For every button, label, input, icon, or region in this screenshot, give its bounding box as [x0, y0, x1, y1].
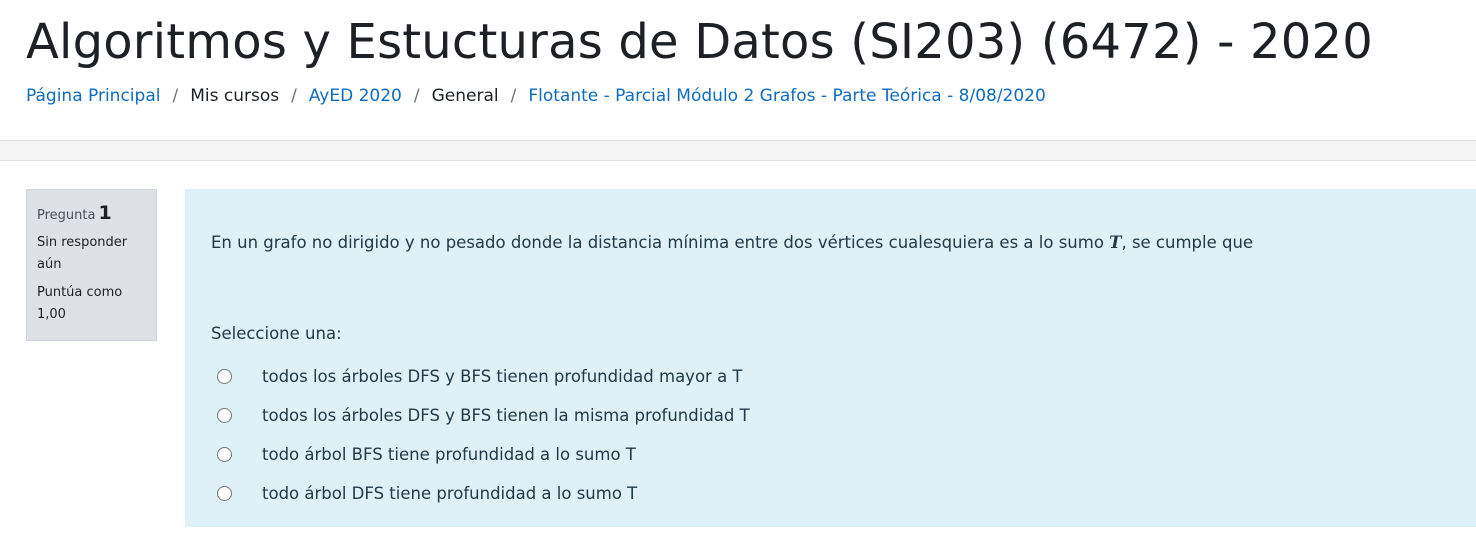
quiz-main: Pregunta 1 Sin responder aún Puntúa como … [0, 161, 1476, 545]
answer-option-label[interactable]: todos los árboles DFS y BFS tienen profu… [262, 367, 743, 386]
question-variable: T [1109, 233, 1122, 252]
breadcrumb-separator: / [172, 86, 179, 106]
answer-prompt: Seleccione una: [211, 324, 342, 343]
breadcrumb-separator: / [291, 86, 297, 106]
answer-option-label[interactable]: todos los árboles DFS y BFS tienen la mi… [262, 406, 750, 425]
question-number: Pregunta 1 [37, 202, 146, 224]
radio-button[interactable] [217, 408, 232, 423]
answer-option[interactable]: todo árbol DFS tiene profundidad a lo su… [217, 474, 750, 513]
answer-option[interactable]: todos los árboles DFS y BFS tienen la mi… [217, 396, 750, 435]
question-state: Sin responder aún [37, 235, 128, 272]
question-content: En un grafo no dirigido y no pesado dond… [185, 189, 1476, 527]
question-text-before: En un grafo no dirigido y no pesado dond… [211, 233, 1110, 252]
question-text-after: , se cumple que [1121, 233, 1254, 252]
question-number-value: 1 [98, 202, 112, 224]
answer-option[interactable]: todos los árboles DFS y BFS tienen profu… [217, 357, 750, 396]
page-title: Algoritmos y Estucturas de Datos (SI203)… [26, 14, 1374, 70]
radio-button[interactable] [217, 486, 232, 501]
header-divider [0, 141, 1476, 161]
page-header: Algoritmos y Estucturas de Datos (SI203)… [0, 0, 1476, 141]
breadcrumb: Página Principal / Mis cursos / AyED 202… [26, 86, 1046, 106]
question-text: En un grafo no dirigido y no pesado dond… [211, 233, 1253, 252]
answer-option[interactable]: todo árbol BFS tiene profundidad a lo su… [217, 435, 750, 474]
breadcrumb-item-quiz[interactable]: Flotante - Parcial Módulo 2 Grafos - Par… [528, 86, 1045, 106]
breadcrumb-item-home[interactable]: Página Principal [26, 86, 160, 106]
question-grade: Puntúa como 1,00 [37, 285, 123, 322]
question-info: Pregunta 1 Sin responder aún Puntúa como … [26, 189, 157, 341]
breadcrumb-item-my-courses: Mis cursos [190, 86, 280, 106]
question-label: Pregunta [37, 208, 96, 223]
breadcrumb-separator: / [510, 86, 517, 106]
answer-options: todos los árboles DFS y BFS tienen profu… [217, 357, 750, 513]
breadcrumb-separator: / [413, 86, 420, 106]
breadcrumb-item-section: General [431, 86, 499, 106]
answer-option-label[interactable]: todo árbol BFS tiene profundidad a lo su… [262, 445, 636, 464]
radio-button[interactable] [217, 447, 232, 462]
radio-button[interactable] [217, 369, 232, 384]
answer-option-label[interactable]: todo árbol DFS tiene profundidad a lo su… [262, 484, 637, 503]
breadcrumb-item-course[interactable]: AyED 2020 [309, 86, 402, 106]
